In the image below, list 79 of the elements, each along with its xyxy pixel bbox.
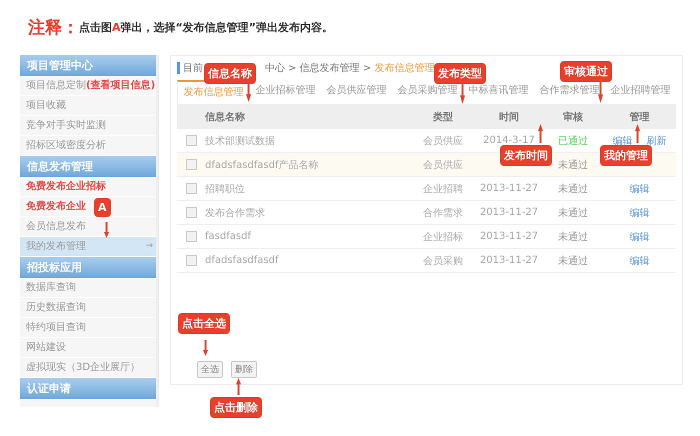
table-cell-text: dfadsfasdfasdf产品名称 — [205, 158, 320, 172]
table-cell-text: 招聘职位 — [205, 182, 246, 196]
sidebar-section-title[interactable]: 招投标应用 — [20, 257, 156, 278]
sidebar-item[interactable]: 项目信息定制(查看项目信息) — [20, 76, 156, 96]
sidebar-item[interactable]: 数据库查询 — [20, 278, 156, 298]
action-link[interactable]: 编辑 — [630, 230, 650, 244]
up-arrow-icon — [236, 378, 241, 395]
status-text: 未通过 — [558, 184, 588, 194]
callout-label: 发布时间 — [500, 145, 552, 166]
table-cell-text: 企业招聘 — [422, 182, 464, 196]
table-cell-text: 发布合作需求 — [205, 206, 266, 220]
down-arrow-icon — [460, 81, 465, 104]
sidebar-section-title[interactable]: 认证申请 — [20, 378, 156, 399]
action-link[interactable]: 编辑 — [630, 206, 650, 220]
table-cell-text: 企业招标 — [422, 230, 464, 244]
sidebar-item[interactable]: 免费发布企业招标 — [20, 177, 156, 197]
tab[interactable]: 企业招聘管理 — [605, 80, 676, 102]
sidebar-item[interactable]: 我的发布管理 → — [20, 237, 156, 257]
table-cell-text: 合作需求 — [422, 206, 464, 220]
table-cell-text: 技术部测试数据 — [205, 134, 276, 148]
status-text: 未通过 — [558, 160, 588, 170]
checkbox[interactable] — [186, 231, 196, 242]
breadcrumb-text: 中心 > 信息发布管理 > — [265, 62, 372, 75]
sidebar-item[interactable]: 网站建设 — [20, 338, 156, 358]
down-arrow-icon — [203, 340, 208, 356]
action-link[interactable]: 编辑 — [630, 182, 650, 196]
callout-label: A — [94, 198, 111, 217]
status-text: 未通过 — [558, 208, 588, 218]
table-cell: 2014-3-17 — [483, 135, 535, 146]
callout-label: 点击全选 — [178, 313, 230, 334]
column-header: 时间 — [498, 110, 520, 124]
checkbox[interactable] — [186, 183, 196, 194]
breadcrumb-current[interactable]: 发布信息管理 — [374, 61, 434, 75]
breadcrumb-text: 目前 — [183, 62, 203, 75]
tab[interactable]: 会员供应管理 — [321, 80, 392, 102]
action-link[interactable]: 刷新 — [646, 134, 666, 148]
down-arrow-icon — [104, 222, 109, 238]
checkbox[interactable] — [186, 159, 196, 170]
table-cell-text: 会员采购 — [422, 254, 464, 268]
callout-label: 点击删除 — [210, 397, 262, 418]
sidebar-item[interactable]: 历史数据查询 — [20, 298, 156, 318]
sidebar-item[interactable]: 特约项目查询 — [20, 318, 156, 338]
callout-label: 信息名称 — [204, 63, 256, 84]
up-arrow-icon — [538, 124, 543, 143]
status-text: 已通过 — [558, 136, 588, 146]
tab[interactable]: 合作需求管理 — [534, 80, 605, 102]
table-cell-text: 会员供应 — [422, 158, 464, 172]
table-cell: 2013-11-27 — [480, 207, 538, 218]
down-arrow-icon — [246, 81, 251, 102]
table-cell-text: fasdfasdf — [205, 231, 252, 242]
column-header: 信息名称 — [205, 110, 246, 124]
status-text: 未通过 — [558, 256, 588, 266]
action-link[interactable]: 编辑 — [612, 134, 632, 148]
column-header: 管理 — [628, 110, 650, 124]
checkbox[interactable] — [186, 255, 196, 266]
sidebar-section-title[interactable]: 项目管理中心 — [20, 55, 156, 76]
down-arrow-icon — [598, 80, 603, 103]
column-header: 审核 — [562, 110, 584, 124]
checkbox[interactable] — [186, 207, 196, 218]
sidebar-item[interactable]: 竞争对手实时监测 — [20, 116, 156, 136]
up-arrow-icon — [635, 124, 640, 143]
checkbox[interactable] — [186, 135, 196, 146]
callout-label: 发布类型 — [434, 63, 486, 84]
note-label: 注释： — [28, 17, 79, 39]
action-link[interactable]: 编辑 — [630, 254, 650, 268]
sidebar-item[interactable]: 项目收藏 — [20, 96, 156, 116]
action-button[interactable]: 删除 — [231, 361, 257, 378]
table-cell-text: 会员供应 — [422, 134, 464, 148]
sidebar-section-title[interactable]: 信息发布管理 — [20, 156, 156, 177]
callout-label: 我的管理 — [600, 145, 652, 166]
action-button[interactable]: 全选 — [197, 361, 223, 378]
table-cell: 2013-11-27 — [480, 255, 538, 266]
table-cell: 2013-11-27 — [480, 231, 538, 242]
table-cell: 2013-11-27 — [480, 183, 538, 194]
status-text: 未通过 — [558, 232, 588, 242]
column-header: 类型 — [432, 110, 454, 124]
callout-label: 审核通过 — [560, 61, 612, 82]
note-text: 点击图A弹出，选择“发布信息管理”弹出发布内容。 — [79, 20, 333, 35]
table-cell-text: dfadsfasdfasdf — [205, 255, 280, 266]
